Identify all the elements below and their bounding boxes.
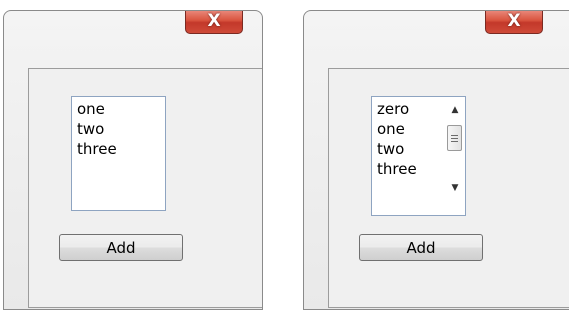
client-area: zero one two three ▲ ▼ Add xyxy=(328,68,569,308)
close-icon: X xyxy=(207,11,221,31)
list-item[interactable]: two xyxy=(72,119,165,139)
scroll-thumb[interactable] xyxy=(447,125,462,151)
close-icon: X xyxy=(507,11,521,31)
vertical-scrollbar[interactable]: ▲ ▼ xyxy=(445,97,465,215)
add-button[interactable]: Add xyxy=(359,234,483,261)
client-area: one two three Add xyxy=(28,68,262,308)
grip-icon xyxy=(451,134,458,136)
dialog-window-left: X one two three Add xyxy=(3,10,263,310)
listbox[interactable]: zero one two three ▲ ▼ xyxy=(371,96,466,216)
listbox[interactable]: one two three xyxy=(71,96,166,211)
add-button[interactable]: Add xyxy=(59,234,183,261)
scroll-up-arrow-icon[interactable]: ▲ xyxy=(445,101,465,119)
list-item[interactable]: three xyxy=(72,139,165,159)
close-button[interactable]: X xyxy=(185,11,243,34)
grip-icon xyxy=(451,137,458,139)
close-button[interactable]: X xyxy=(485,11,543,34)
list-items: one two three xyxy=(72,97,165,159)
dialog-window-right: X zero one two three ▲ ▼ Add xyxy=(303,10,569,310)
scroll-down-arrow-icon[interactable]: ▼ xyxy=(445,179,465,197)
grip-icon xyxy=(451,140,458,142)
list-item[interactable]: one xyxy=(72,99,165,119)
